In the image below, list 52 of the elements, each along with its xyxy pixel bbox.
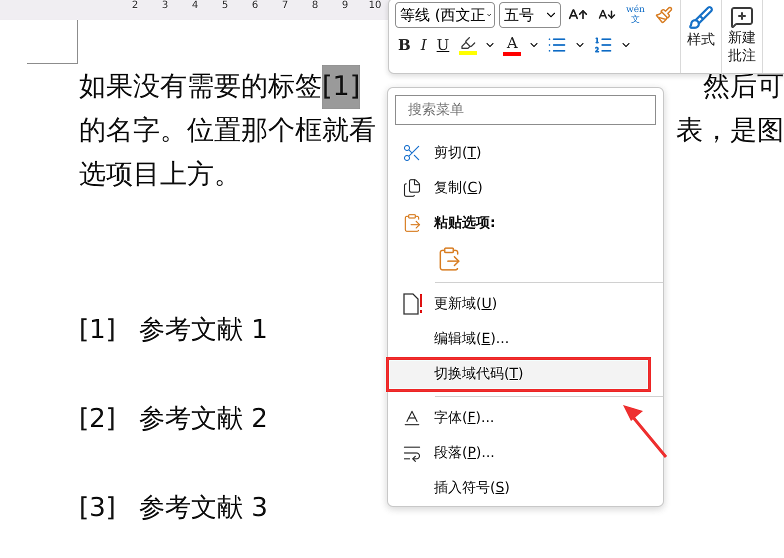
paintbrush-icon (654, 6, 673, 24)
brush-icon (688, 5, 714, 31)
menu-item[interactable]: 编辑域(E)... (388, 322, 663, 357)
styles-button[interactable]: 样式 (680, 0, 722, 73)
ruler-number: 3 (160, 0, 170, 11)
ruler-number: 7 (280, 0, 290, 11)
ruler-number: 5 (220, 0, 230, 11)
numbered-list-icon (593, 35, 614, 55)
ruler-number: 10 (368, 0, 382, 11)
search-field[interactable]: 搜索菜单 (395, 95, 656, 126)
document-exclamation-icon (402, 293, 424, 316)
ruler-number: 8 (310, 0, 320, 11)
reference-text: 参考文献 2 (139, 403, 268, 436)
citation-field: [1] (322, 65, 360, 109)
format-button[interactable]: B (395, 32, 414, 58)
annotation-arrow (620, 402, 670, 460)
ruler-number: 2 (130, 0, 140, 11)
phonetic-guide-button[interactable]: wén 文 (623, 2, 648, 28)
ruler-number: 9 (340, 0, 350, 11)
ruler-number: 6 (250, 0, 260, 11)
reference-number: [2] (79, 403, 117, 436)
menu-item[interactable]: 段落(P)... (388, 436, 663, 471)
body-text: 选项目上方。 (79, 158, 241, 192)
new-comment-button[interactable]: 新建 批注 (722, 0, 763, 73)
reference-number: [1] (79, 314, 117, 347)
clipboard-icon (402, 212, 422, 233)
reference-text: 参考文献 3 (139, 492, 268, 525)
format-button[interactable]: I (418, 32, 430, 58)
scissors-icon (402, 142, 422, 163)
body-text: 的名字。位置那个框就看 (79, 114, 376, 148)
menu-item[interactable]: 剪切(T) (388, 135, 663, 170)
highlighter-icon (460, 35, 476, 51)
font-icon (402, 408, 422, 428)
menu-item[interactable]: 字体(F)... (388, 400, 663, 436)
font-size-dropdown[interactable]: 五号 (499, 2, 561, 28)
copy-icon (402, 178, 422, 198)
reference-number: [3] (79, 492, 117, 525)
body-text: 然后可 (703, 70, 784, 104)
body-text: 如果没有需要的标签 (79, 70, 322, 104)
format-button[interactable]: U (434, 32, 452, 58)
margin-corner-mark (27, 20, 78, 64)
font-name-dropdown[interactable]: 等线 (西文正 (395, 2, 495, 28)
menu-item[interactable]: 复制(C) (388, 170, 663, 206)
comment-icon (730, 5, 754, 29)
menu-item[interactable]: 切换域代码(T) (386, 356, 651, 392)
menu-heading: 粘贴选项: (434, 214, 496, 232)
ruler-number: 4 (190, 0, 200, 11)
menu-item[interactable]: 更新域(U) (388, 286, 663, 322)
font-color-button[interactable]: A (500, 32, 524, 58)
reference-text: 参考文献 1 (139, 314, 268, 347)
body-text: 表，是图 (676, 114, 784, 148)
menu-item[interactable]: 插入符号(S) (388, 470, 663, 506)
